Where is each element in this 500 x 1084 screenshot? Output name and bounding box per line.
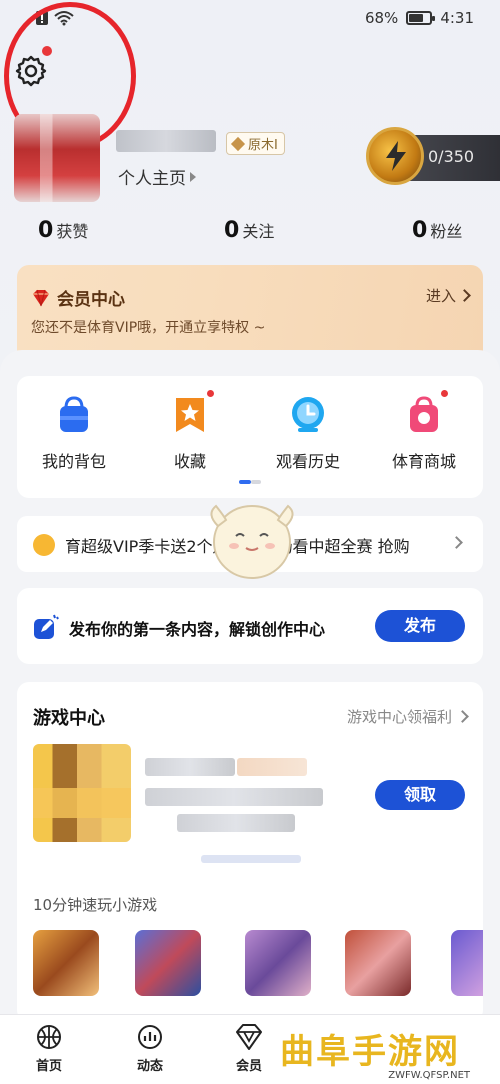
energy-meter[interactable]: 0/350 bbox=[366, 127, 500, 185]
shortcut-label: 体育商城 bbox=[391, 452, 456, 471]
carousel-blurred bbox=[201, 855, 301, 863]
stat-label: 获赞 bbox=[56, 222, 89, 241]
watermark-url: ZWFW.QFSP.NET bbox=[386, 1070, 472, 1081]
mini-game-thumbnail[interactable] bbox=[245, 930, 311, 996]
game-desc-blurred bbox=[145, 788, 323, 806]
shortcut-label: 收藏 bbox=[173, 452, 206, 471]
stat-value: 0 bbox=[412, 218, 428, 243]
stat-fans[interactable]: 0 粉丝 bbox=[412, 218, 462, 243]
activity-chart-icon bbox=[138, 1025, 162, 1049]
mini-game-thumbnail[interactable] bbox=[33, 930, 99, 996]
vip-title: 会员中心 bbox=[57, 290, 125, 310]
game-desc-blurred bbox=[177, 814, 295, 832]
stat-following[interactable]: 0 关注 bbox=[224, 218, 274, 243]
badge-dot bbox=[205, 388, 216, 399]
game-tag-blurred bbox=[237, 758, 307, 776]
publish-prompt: 发布你的第一条内容，解锁创作中心 bbox=[69, 620, 326, 639]
stat-label: 关注 bbox=[242, 222, 275, 241]
tab-label: 动态 bbox=[136, 1059, 163, 1074]
shortcut-label: 我的背包 bbox=[41, 452, 106, 471]
vip-subtitle: 您还不是体育VIP哦，开通立享特权 ~ bbox=[31, 320, 266, 336]
shortcut-sports-mall[interactable]: 体育商城 bbox=[369, 388, 479, 472]
claim-button[interactable]: 领取 bbox=[375, 780, 465, 810]
tab-label: 首页 bbox=[35, 1059, 62, 1074]
battery-level bbox=[409, 14, 424, 22]
homepage-label: 个人主页 bbox=[118, 169, 186, 189]
stat-likes[interactable]: 0 获赞 bbox=[38, 218, 88, 243]
site-watermark: 曲阜手游网 ZWFW.QFSP.NET bbox=[280, 1024, 490, 1084]
watermark-title: 曲阜手游网 bbox=[280, 1032, 460, 1072]
game-center-card: 游戏中心 游戏中心领福利 领取 10分钟速玩小游戏 bbox=[17, 682, 483, 1022]
stats-row: 0 获赞 0 关注 0 粉丝 bbox=[0, 218, 500, 248]
mini-game-thumbnail[interactable] bbox=[451, 930, 483, 996]
lightning-orb-icon bbox=[366, 127, 424, 185]
mini-game-thumbnail[interactable] bbox=[135, 930, 201, 996]
publish-card: 发布你的第一条内容，解锁创作中心 发布 bbox=[17, 588, 483, 664]
badge-dot bbox=[439, 388, 450, 399]
chevron-right-icon bbox=[456, 710, 469, 723]
game-center-more-link[interactable]: 游戏中心领福利 bbox=[346, 706, 469, 727]
clock-icon bbox=[288, 394, 328, 434]
mascot-floating-icon[interactable] bbox=[200, 486, 304, 590]
vip-gem-icon bbox=[33, 289, 49, 306]
game-thumbnail[interactable] bbox=[33, 744, 131, 842]
mini-game-thumbnail[interactable] bbox=[345, 930, 411, 996]
personal-homepage-link[interactable]: 个人主页 bbox=[118, 164, 196, 189]
mini-games-title: 10分钟速玩小游戏 bbox=[33, 896, 158, 914]
battery-icon bbox=[406, 11, 436, 25]
speaker-icon bbox=[33, 534, 55, 556]
bag-icon bbox=[54, 394, 94, 434]
avatar[interactable] bbox=[14, 114, 100, 202]
shortcut-favorites[interactable]: 收藏 bbox=[135, 388, 245, 472]
tab-activity[interactable]: 动态 bbox=[115, 1023, 185, 1074]
stat-value: 0 bbox=[38, 218, 54, 243]
tab-label: 会员 bbox=[235, 1059, 262, 1074]
shortcut-watch-history[interactable]: 观看历史 bbox=[253, 394, 363, 472]
tab-member[interactable]: 会员 bbox=[214, 1023, 284, 1074]
publish-button[interactable]: 发布 bbox=[375, 610, 465, 642]
page-indicator bbox=[239, 480, 263, 484]
shop-bag-icon bbox=[404, 388, 450, 434]
basketball-icon bbox=[37, 1025, 61, 1049]
vip-enter-link[interactable]: 进入 bbox=[425, 285, 471, 306]
battery-percent: 68% bbox=[364, 9, 399, 27]
energy-value: 0/350 bbox=[428, 147, 475, 166]
edit-pen-icon bbox=[34, 614, 59, 639]
triangle-right-icon bbox=[190, 171, 196, 182]
stat-value: 0 bbox=[224, 218, 240, 243]
shortcut-label: 观看历史 bbox=[275, 452, 340, 471]
username-blurred bbox=[116, 130, 216, 152]
tab-home[interactable]: 首页 bbox=[14, 1023, 84, 1074]
clock-time: 4:31 bbox=[440, 9, 474, 27]
diamond-icon bbox=[236, 1024, 262, 1050]
vip-enter-label: 进入 bbox=[425, 287, 456, 305]
game-name-blurred bbox=[145, 758, 235, 776]
shortcut-backpack[interactable]: 我的背包 bbox=[19, 394, 129, 472]
star-bookmark-icon bbox=[170, 388, 216, 434]
chevron-right-icon bbox=[458, 289, 471, 302]
game-center-title: 游戏中心 bbox=[33, 708, 105, 729]
game-center-more-label: 游戏中心领福利 bbox=[346, 708, 452, 726]
stat-label: 粉丝 bbox=[430, 222, 463, 241]
rank-label: 原木I bbox=[248, 138, 278, 153]
rank-diamond-icon bbox=[230, 136, 246, 151]
rank-badge[interactable]: 原木I bbox=[226, 132, 285, 155]
